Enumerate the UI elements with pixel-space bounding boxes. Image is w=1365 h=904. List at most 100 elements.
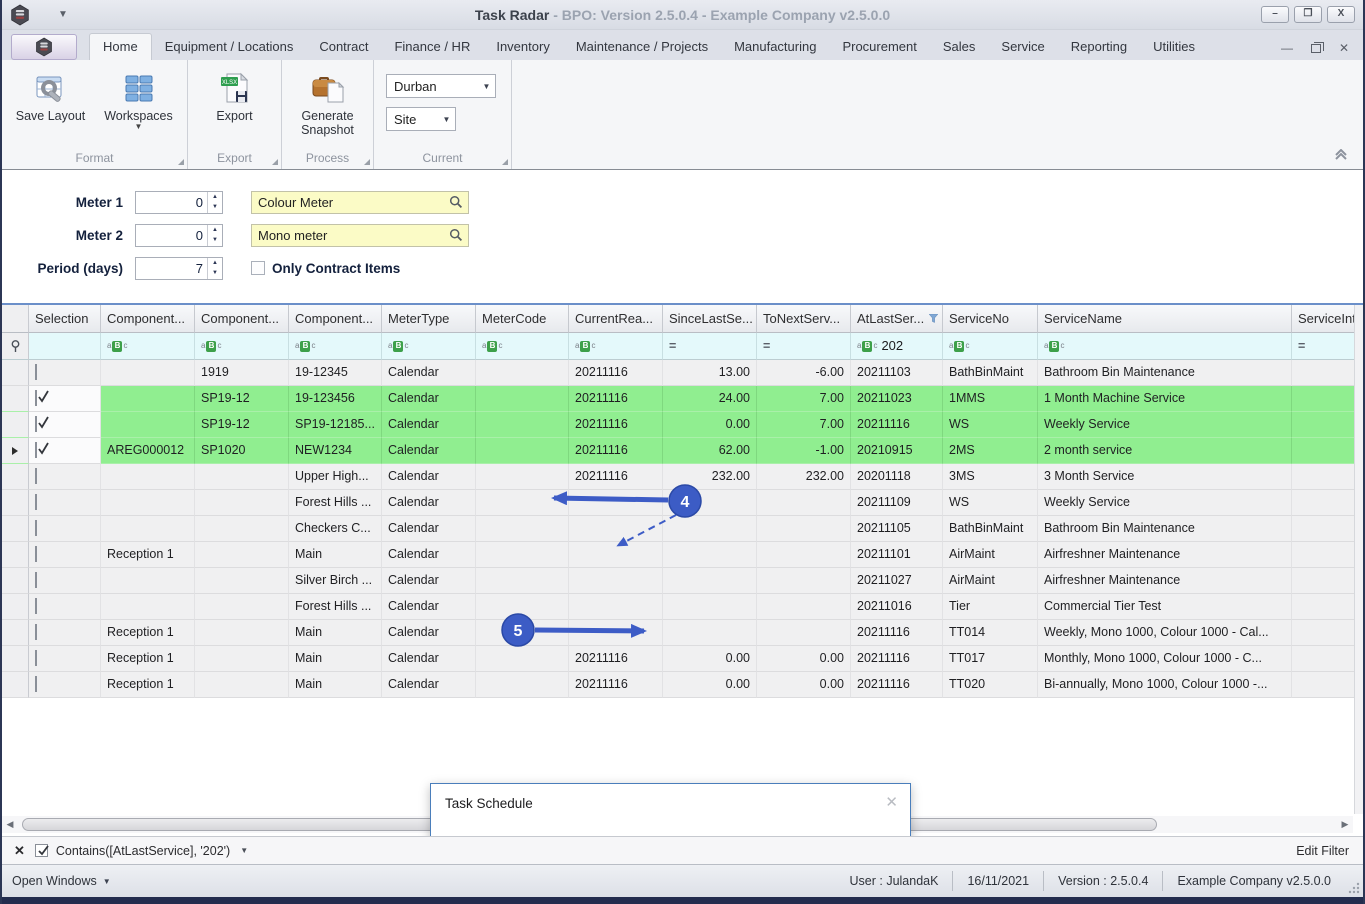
edit-filter-link[interactable]: Edit Filter bbox=[1296, 844, 1349, 858]
tab-sales[interactable]: Sales bbox=[930, 34, 989, 60]
row-select-checkbox[interactable] bbox=[35, 364, 37, 380]
table-row[interactable]: AREG000012SP1020NEW1234Calendar202111166… bbox=[2, 438, 1363, 464]
filter-cell-sincelastse[interactable]: = bbox=[663, 333, 757, 360]
table-row[interactable]: Forest Hills ...Calendar20211016TierComm… bbox=[2, 594, 1363, 620]
tab-service[interactable]: Service bbox=[988, 34, 1057, 60]
application-button[interactable] bbox=[11, 34, 77, 60]
column-header-currentrea[interactable]: CurrentRea... bbox=[569, 305, 663, 333]
format-dialog-launcher-icon[interactable] bbox=[178, 159, 184, 165]
column-header-serviceno[interactable]: ServiceNo bbox=[943, 305, 1038, 333]
save-layout-button[interactable]: Save Layout bbox=[9, 66, 93, 123]
column-header-metertype[interactable]: MeterType bbox=[382, 305, 476, 333]
filter-cell-servicename[interactable]: aBc bbox=[1038, 333, 1292, 360]
abc-filter-icon[interactable]: aBc bbox=[201, 333, 221, 359]
column-header-metercode[interactable]: MeterCode bbox=[476, 305, 569, 333]
column-header-atlastser[interactable]: AtLastSer... bbox=[851, 305, 943, 333]
checkbox-box[interactable] bbox=[251, 261, 265, 275]
meter1-spin-down-icon[interactable]: ▼ bbox=[208, 202, 222, 213]
mdi-restore-icon[interactable] bbox=[1311, 44, 1321, 53]
filter-cell-metercode[interactable]: aBc bbox=[476, 333, 569, 360]
grid-filter-row[interactable]: aBcaBcaBcaBcaBcaBc==aBc202aBcaBc= bbox=[2, 333, 1363, 360]
abc-filter-icon[interactable]: aBc bbox=[575, 333, 595, 359]
filter-enabled-checkbox[interactable] bbox=[35, 844, 48, 857]
scroll-left-icon[interactable]: ◀ bbox=[2, 819, 18, 830]
meter1-search-field[interactable]: Colour Meter bbox=[251, 191, 469, 214]
table-row[interactable]: Checkers C...Calendar20211105BathBinMain… bbox=[2, 516, 1363, 542]
table-row[interactable]: SP19-12SP19-12185...Calendar202111160.00… bbox=[2, 412, 1363, 438]
column-header-tonextserv[interactable]: ToNextServ... bbox=[757, 305, 851, 333]
tab-equipment-locations[interactable]: Equipment / Locations bbox=[152, 34, 307, 60]
tab-utilities[interactable]: Utilities bbox=[1140, 34, 1208, 60]
column-header-sincelastse[interactable]: SinceLastSe... bbox=[663, 305, 757, 333]
scroll-right-icon[interactable]: ▶ bbox=[1337, 819, 1353, 830]
row-select-checkbox[interactable] bbox=[35, 650, 37, 666]
meter2-spin-up-icon[interactable]: ▲ bbox=[208, 225, 222, 236]
generate-snapshot-button[interactable]: Generate Snapshot bbox=[286, 66, 370, 137]
workspaces-button[interactable]: Workspaces ▼ bbox=[97, 66, 181, 131]
open-windows-button[interactable]: Open Windows▼ bbox=[12, 874, 111, 888]
table-row[interactable]: Reception 1MainCalendar202111160.000.002… bbox=[2, 672, 1363, 698]
filter-cell-selection[interactable] bbox=[29, 333, 101, 360]
meter1-spinner[interactable]: 0 ▲▼ bbox=[135, 191, 223, 214]
table-row[interactable]: SP19-1219-123456Calendar2021111624.007.0… bbox=[2, 386, 1363, 412]
collapse-ribbon-icon[interactable] bbox=[1333, 149, 1349, 161]
column-header-component[interactable]: Component... bbox=[101, 305, 195, 333]
filter-cell-currentrea[interactable]: aBc bbox=[569, 333, 663, 360]
branch-combobox[interactable]: Durban ▼ bbox=[386, 74, 496, 98]
quick-access-caret-icon[interactable]: ▼ bbox=[58, 9, 68, 20]
search-icon[interactable] bbox=[449, 195, 463, 209]
tab-manufacturing[interactable]: Manufacturing bbox=[721, 34, 829, 60]
row-select-checkbox[interactable] bbox=[35, 598, 37, 614]
abc-filter-icon[interactable]: aBc bbox=[857, 333, 877, 359]
abc-filter-icon[interactable]: aBc bbox=[295, 333, 315, 359]
table-row[interactable]: Reception 1MainCalendar20211116TT014Week… bbox=[2, 620, 1363, 646]
column-header-serviceinte[interactable]: ServiceInte... bbox=[1292, 305, 1363, 333]
filter-expression-text[interactable]: Contains([AtLastService], '202') bbox=[56, 844, 230, 858]
tab-procurement[interactable]: Procurement bbox=[829, 34, 929, 60]
row-select-checkbox[interactable] bbox=[35, 468, 37, 484]
column-filter-funnel-icon[interactable] bbox=[929, 314, 938, 323]
row-select-checkbox[interactable] bbox=[35, 390, 37, 406]
table-row[interactable]: Reception 1MainCalendar202111160.000.002… bbox=[2, 646, 1363, 672]
maximize-button[interactable]: ❐ bbox=[1294, 6, 1322, 23]
column-header-servicename[interactable]: ServiceName bbox=[1038, 305, 1292, 333]
table-row[interactable]: Reception 1MainCalendar20211101AirMaintA… bbox=[2, 542, 1363, 568]
process-dialog-launcher-icon[interactable] bbox=[364, 159, 370, 165]
tab-contract[interactable]: Contract bbox=[306, 34, 381, 60]
row-select-checkbox[interactable] bbox=[35, 624, 37, 640]
search-icon[interactable] bbox=[449, 228, 463, 242]
table-row[interactable]: 191919-12345Calendar2021111613.00-6.0020… bbox=[2, 360, 1363, 386]
export-dialog-launcher-icon[interactable] bbox=[272, 159, 278, 165]
filter-cell-component[interactable]: aBc bbox=[289, 333, 382, 360]
current-dialog-launcher-icon[interactable] bbox=[502, 159, 508, 165]
row-select-checkbox[interactable] bbox=[35, 494, 37, 510]
table-row[interactable]: Forest Hills ...Calendar20211109WSWeekly… bbox=[2, 490, 1363, 516]
abc-filter-icon[interactable]: aBc bbox=[1044, 333, 1064, 359]
table-row[interactable]: Silver Birch ...Calendar20211027AirMaint… bbox=[2, 568, 1363, 594]
filter-cell-metertype[interactable]: aBc bbox=[382, 333, 476, 360]
period-spin-down-icon[interactable]: ▼ bbox=[208, 268, 222, 279]
row-select-checkbox[interactable] bbox=[35, 442, 37, 458]
export-button[interactable]: XLSX Export bbox=[193, 66, 277, 123]
filter-cell-atlastser[interactable]: aBc202 bbox=[851, 333, 943, 360]
mdi-minimize-icon[interactable]: — bbox=[1281, 42, 1293, 54]
vertical-scrollbar[interactable] bbox=[1354, 305, 1363, 814]
meter2-spin-down-icon[interactable]: ▼ bbox=[208, 235, 222, 246]
level-combobox[interactable]: Site ▼ bbox=[386, 107, 456, 131]
tab-finance-hr[interactable]: Finance / HR bbox=[381, 34, 483, 60]
abc-filter-icon[interactable]: aBc bbox=[949, 333, 969, 359]
abc-filter-icon[interactable]: aBc bbox=[107, 333, 127, 359]
row-select-checkbox[interactable] bbox=[35, 416, 37, 432]
filter-cell-component[interactable]: aBc bbox=[101, 333, 195, 360]
clear-filter-icon[interactable]: ✕ bbox=[14, 843, 25, 859]
row-select-checkbox[interactable] bbox=[35, 572, 37, 588]
filter-cell-tonextserv[interactable]: = bbox=[757, 333, 851, 360]
dialog-close-icon[interactable]: ✕ bbox=[885, 793, 898, 811]
only-contract-items-checkbox[interactable]: Only Contract Items bbox=[251, 261, 400, 276]
close-button[interactable]: X bbox=[1327, 6, 1355, 23]
filter-cell-component[interactable]: aBc bbox=[195, 333, 289, 360]
resize-grip[interactable] bbox=[1348, 882, 1360, 894]
period-days-spinner[interactable]: 7 ▲▼ bbox=[135, 257, 223, 280]
tab-inventory[interactable]: Inventory bbox=[483, 34, 562, 60]
minimize-button[interactable]: – bbox=[1261, 6, 1289, 23]
